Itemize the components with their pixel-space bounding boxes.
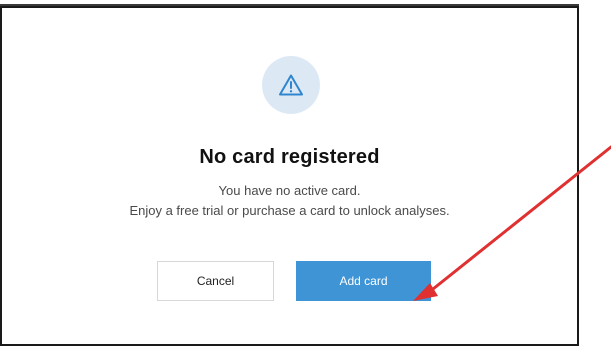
warning-triangle-icon [279,74,303,96]
dialog-title: No card registered [199,146,380,168]
warning-icon-badge [262,56,320,114]
add-card-button[interactable]: Add card [296,261,431,301]
cancel-button[interactable]: Cancel [157,261,274,301]
dialog-message: You have no active card. Enjoy a free tr… [0,181,579,221]
dialog-message-line-2: Enjoy a free trial or purchase a card to… [129,203,450,218]
dialog-message-line-1: You have no active card. [218,183,361,198]
